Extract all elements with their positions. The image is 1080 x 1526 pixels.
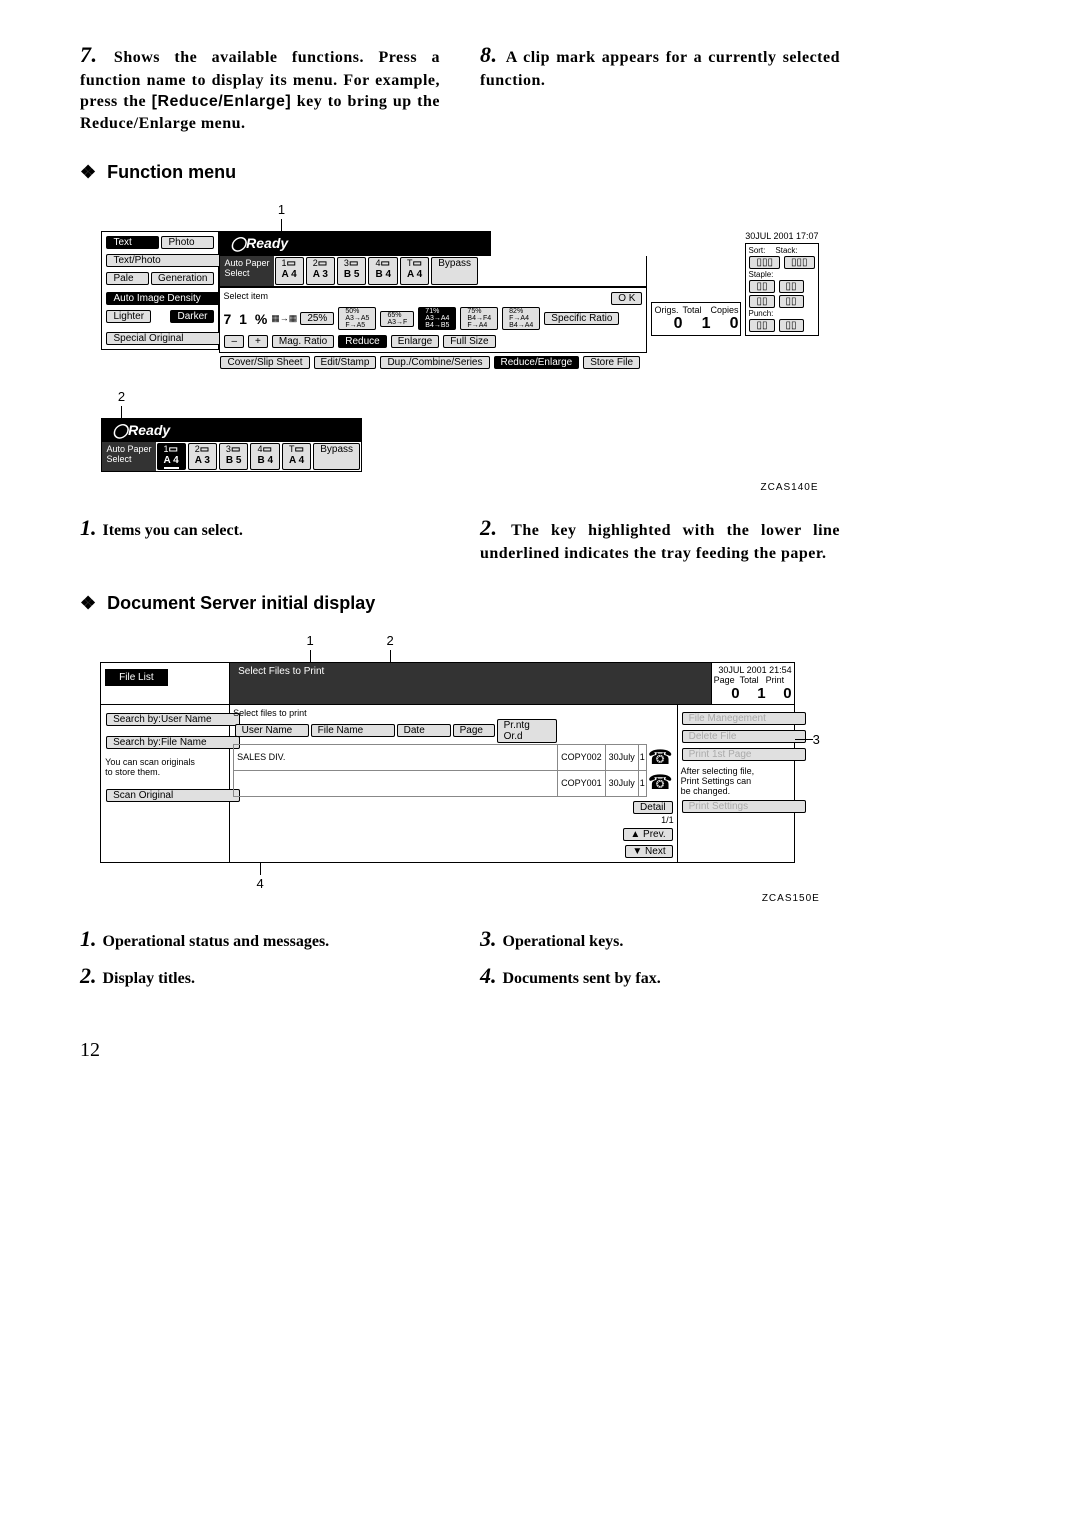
callout-1: 1 xyxy=(278,202,285,217)
figure-code-2: ZCAS150E xyxy=(100,893,820,904)
figure-function-menu: 1 TextPhoto Text/Photo PaleGeneration Au… xyxy=(80,201,840,495)
step-7-text: 7. Shows the available functions. Press … xyxy=(80,40,440,134)
page-number: 12 xyxy=(80,1039,840,1062)
top-paragraph-row: 7. Shows the available functions. Press … xyxy=(80,40,840,142)
diamond-icon: ❖ xyxy=(80,593,96,613)
ready-circle-icon: ◯ xyxy=(230,235,246,251)
function-menu-heading: ❖ Function menu xyxy=(80,162,840,183)
legend-2: 1. Operational status and messages. 2. D… xyxy=(80,924,840,999)
step-8-number: 8. xyxy=(480,42,498,67)
doc-server-heading: ❖ Document Server initial display xyxy=(80,593,840,614)
step-7-number: 7. xyxy=(80,42,98,67)
legend-1: 1. Items you can select. 2. The key high… xyxy=(80,513,840,572)
callout-2: 2 xyxy=(118,389,125,404)
diamond-icon: ❖ xyxy=(80,162,96,182)
left-mode-panel: TextPhoto Text/Photo PaleGeneration Auto… xyxy=(101,231,219,350)
step-8-text: 8. A clip mark appears for a current­ly … xyxy=(480,40,840,91)
figure-doc-server: 1 2 File List Select Files to Print 30JU… xyxy=(80,632,840,906)
ready-circle-icon: ◯ xyxy=(112,422,128,438)
figure-code-1: ZCAS140E xyxy=(101,482,818,493)
